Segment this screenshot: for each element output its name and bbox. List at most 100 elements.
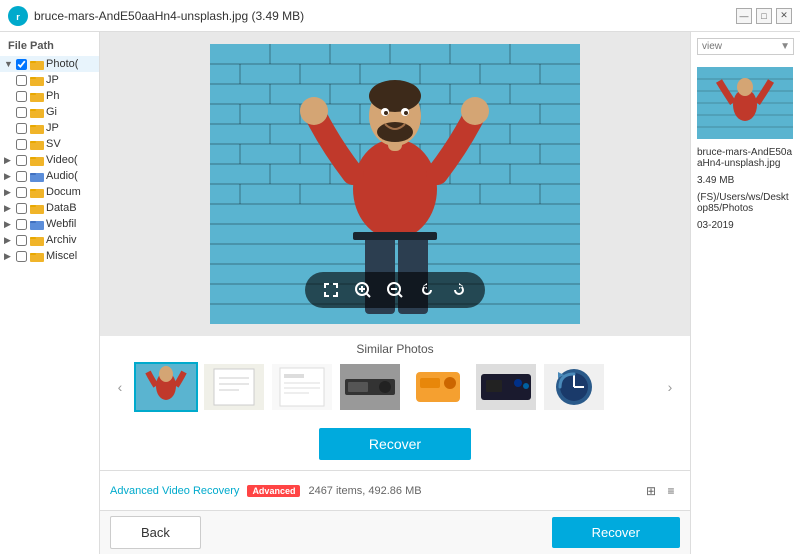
similar-thumbs: [134, 362, 656, 412]
zoom-out-button[interactable]: [383, 278, 407, 302]
videos-label: Video(: [46, 154, 78, 166]
webfi-checkbox[interactable]: [16, 219, 27, 230]
misce-checkbox[interactable]: [16, 251, 27, 262]
similar-next-button[interactable]: ›: [660, 377, 680, 397]
videos-folder-icon: [30, 155, 44, 166]
recover-bottom-button[interactable]: Recover: [552, 517, 680, 548]
right-path-row: (FS)/Users/ws/Desktop85/Photos: [697, 192, 794, 214]
misce-expand[interactable]: ▶: [4, 251, 16, 262]
right-date-row: 03-2019: [697, 220, 794, 231]
datab-checkbox[interactable]: [16, 203, 27, 214]
sidebar-item-webfi[interactable]: ▶ Webfil: [0, 216, 99, 232]
similar-thumb-2[interactable]: [202, 362, 266, 412]
sidebar-item-misce[interactable]: ▶ Miscel: [0, 248, 99, 264]
window-title: bruce-mars-AndE50aaHn4-unsplash.jpg (3.4…: [34, 9, 736, 23]
view-toggle: ⊞ ≡: [642, 482, 680, 500]
misce-folder-icon: [30, 251, 44, 262]
jp2-folder-icon: [30, 123, 44, 134]
list-view-button[interactable]: ≡: [662, 482, 680, 500]
videos-checkbox[interactable]: [16, 155, 27, 166]
ph-checkbox[interactable]: [16, 91, 27, 102]
expand-arrow[interactable]: ▼: [4, 59, 16, 69]
preview-image: [210, 44, 580, 324]
sidebar-item-archi[interactable]: ▶ Archiv: [0, 232, 99, 248]
docs-expand[interactable]: ▶: [4, 187, 16, 198]
similar-thumb-3[interactable]: [270, 362, 334, 412]
zoom-in-button[interactable]: [351, 278, 375, 302]
sidebar-item-docs[interactable]: ▶ Docum: [0, 184, 99, 200]
jp1-label: JP: [46, 74, 59, 86]
gi-label: Gi: [46, 106, 57, 118]
minimize-button[interactable]: —: [736, 8, 752, 24]
audio-expand[interactable]: ▶: [4, 171, 16, 182]
archi-expand[interactable]: ▶: [4, 235, 16, 246]
similar-thumb-4[interactable]: [338, 362, 402, 412]
docs-folder-icon: [30, 187, 44, 198]
sidebar-item-jp2[interactable]: JP: [0, 120, 99, 136]
title-bar: r bruce-mars-AndE50aaHn4-unsplash.jpg (3…: [0, 0, 800, 32]
sv-label: SV: [46, 138, 61, 150]
audio-checkbox[interactable]: [16, 171, 27, 182]
main-container: File Path ▼ Photo( JP Ph Gi JP: [0, 32, 800, 554]
similar-thumb-1[interactable]: [134, 362, 198, 412]
similar-photos-row: ‹: [110, 362, 680, 412]
jp1-folder-icon: [30, 75, 44, 86]
ph-folder-icon: [30, 91, 44, 102]
sidebar-item-sv[interactable]: SV: [0, 136, 99, 152]
folder-icon: [30, 59, 44, 70]
right-thumbnail: [697, 67, 793, 139]
sidebar: File Path ▼ Photo( JP Ph Gi JP: [0, 32, 100, 554]
webfi-label: Webfil: [46, 218, 76, 230]
sidebar-item-jp1[interactable]: JP: [0, 72, 99, 88]
bottom-bar: Advanced Video Recovery Advanced 2467 it…: [100, 470, 690, 510]
rotate-ccw-button[interactable]: [415, 278, 439, 302]
similar-prev-button[interactable]: ‹: [110, 377, 130, 397]
similar-section: Similar Photos ‹: [100, 336, 690, 418]
photos-checkbox[interactable]: [16, 59, 27, 70]
docs-label: Docum: [46, 186, 81, 198]
close-button[interactable]: ✕: [776, 8, 792, 24]
ph-label: Ph: [46, 90, 59, 102]
advanced-video-recovery-link[interactable]: Advanced Video Recovery: [110, 485, 239, 497]
app-logo: r: [8, 6, 28, 26]
item-count-info: 2467 items, 492.86 MB: [308, 485, 634, 497]
videos-expand[interactable]: ▶: [4, 155, 16, 166]
fit-screen-button[interactable]: [319, 278, 343, 302]
webfi-expand[interactable]: ▶: [4, 219, 16, 230]
center-content: Similar Photos ‹: [100, 32, 690, 554]
sidebar-item-audio[interactable]: ▶ Audio(: [0, 168, 99, 184]
right-filesize-row: 3.49 MB: [697, 175, 794, 186]
sidebar-item-gi[interactable]: Gi: [0, 104, 99, 120]
sv-checkbox[interactable]: [16, 139, 27, 150]
jp2-label: JP: [46, 122, 59, 134]
gi-checkbox[interactable]: [16, 107, 27, 118]
datab-label: DataB: [46, 202, 77, 214]
grid-view-button[interactable]: ⊞: [642, 482, 660, 500]
image-controls: [305, 272, 485, 308]
sidebar-header: File Path: [0, 36, 99, 56]
preview-area: [100, 32, 690, 336]
back-button[interactable]: Back: [110, 516, 201, 549]
similar-thumb-6[interactable]: [474, 362, 538, 412]
misce-label: Miscel: [46, 250, 77, 262]
action-bar: Back Recover: [100, 510, 690, 554]
maximize-button[interactable]: □: [756, 8, 772, 24]
rotate-cw-button[interactable]: [447, 278, 471, 302]
right-info: bruce-mars-AndE50aaHn4-unsplash.jpg 3.49…: [697, 147, 794, 231]
recover-center-button[interactable]: Recover: [319, 428, 471, 460]
filter-icon[interactable]: ▼: [780, 41, 790, 52]
sidebar-item-videos[interactable]: ▶ Video(: [0, 152, 99, 168]
docs-checkbox[interactable]: [16, 187, 27, 198]
datab-expand[interactable]: ▶: [4, 203, 16, 214]
sidebar-item-ph[interactable]: Ph: [0, 88, 99, 104]
similar-thumb-5[interactable]: [406, 362, 470, 412]
archi-label: Archiv: [46, 234, 77, 246]
jp2-checkbox[interactable]: [16, 123, 27, 134]
window-controls: — □ ✕: [736, 8, 792, 24]
sidebar-item-photos[interactable]: ▼ Photo(: [0, 56, 99, 72]
jp1-checkbox[interactable]: [16, 75, 27, 86]
datab-folder-icon: [30, 203, 44, 214]
sidebar-item-datab[interactable]: ▶ DataB: [0, 200, 99, 216]
similar-thumb-7[interactable]: [542, 362, 606, 412]
archi-checkbox[interactable]: [16, 235, 27, 246]
